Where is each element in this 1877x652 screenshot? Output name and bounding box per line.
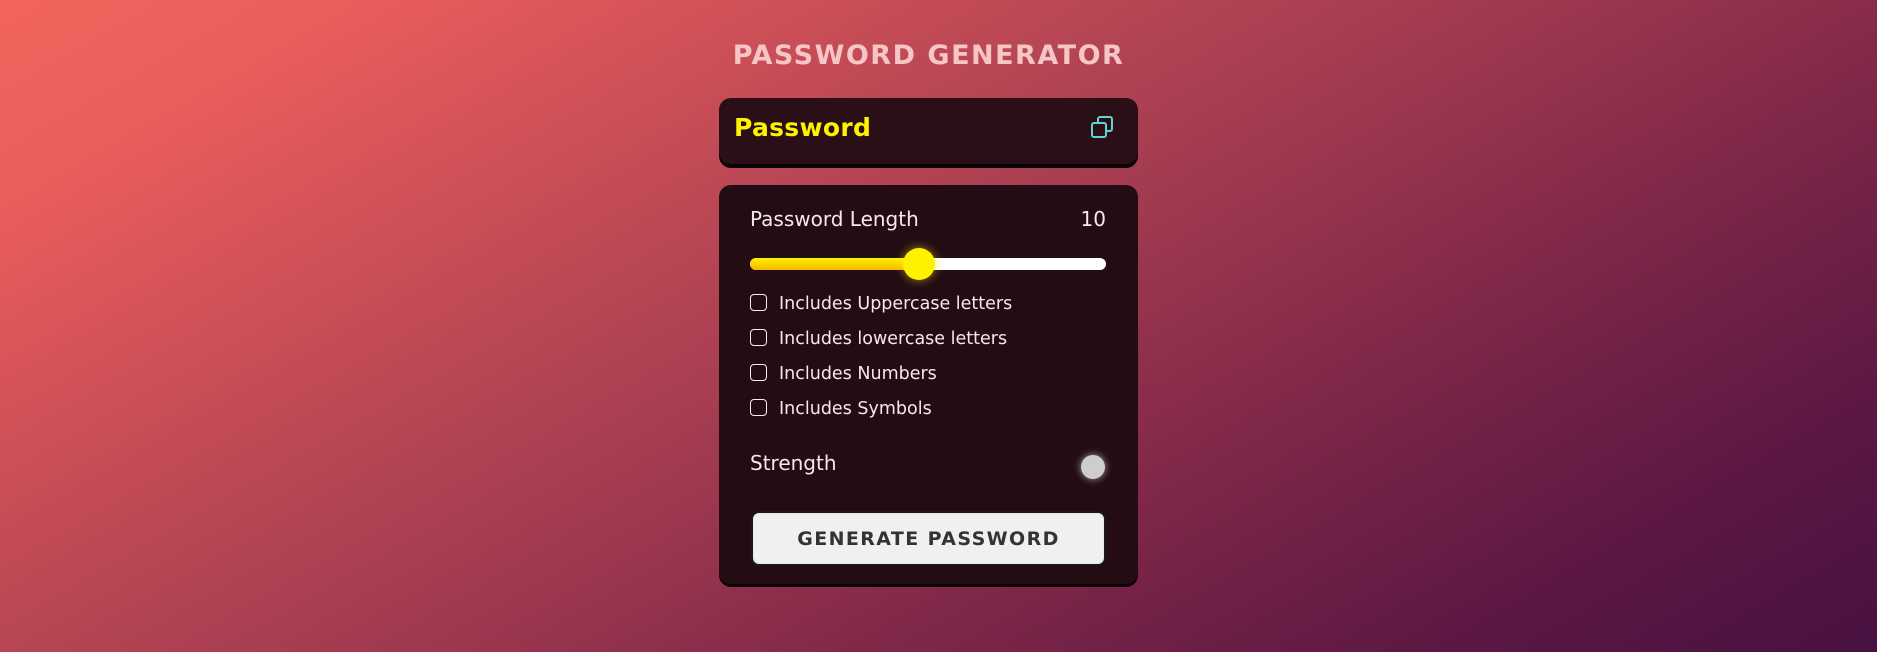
copy-icon (1091, 116, 1113, 138)
settings-panel: Password Length 10 Includes Uppercase le… (719, 185, 1138, 584)
slider-thumb[interactable] (903, 248, 935, 280)
option-label: Includes Numbers (779, 364, 937, 384)
generate-password-button[interactable]: GENERATE PASSWORD (751, 511, 1106, 566)
password-text: Password (734, 113, 872, 142)
password-display: Password (719, 98, 1138, 164)
length-label: Password Length (750, 207, 919, 231)
strength-label: Strength (750, 451, 837, 475)
symbols-checkbox[interactable] (750, 398, 767, 416)
copy-button[interactable] (1088, 114, 1116, 142)
option-uppercase[interactable]: Includes Uppercase letters (750, 291, 1012, 317)
option-label: Includes Symbols (779, 399, 932, 419)
option-label: Includes lowercase letters (779, 329, 1008, 349)
slider-fill (750, 258, 919, 270)
option-symbols[interactable]: Includes Symbols (750, 396, 932, 422)
numbers-checkbox[interactable] (750, 363, 767, 381)
length-value: 10 (1080, 207, 1106, 231)
option-lowercase[interactable]: Includes lowercase letters (750, 326, 1007, 352)
lowercase-checkbox[interactable] (750, 328, 767, 346)
option-numbers[interactable]: Includes Numbers (750, 361, 937, 387)
page-title: PASSWORD GENERATOR (732, 40, 1125, 71)
strength-indicator (1081, 455, 1105, 479)
option-label: Includes Uppercase letters (779, 294, 1013, 314)
uppercase-checkbox[interactable] (750, 293, 767, 311)
length-slider[interactable] (750, 248, 1106, 280)
